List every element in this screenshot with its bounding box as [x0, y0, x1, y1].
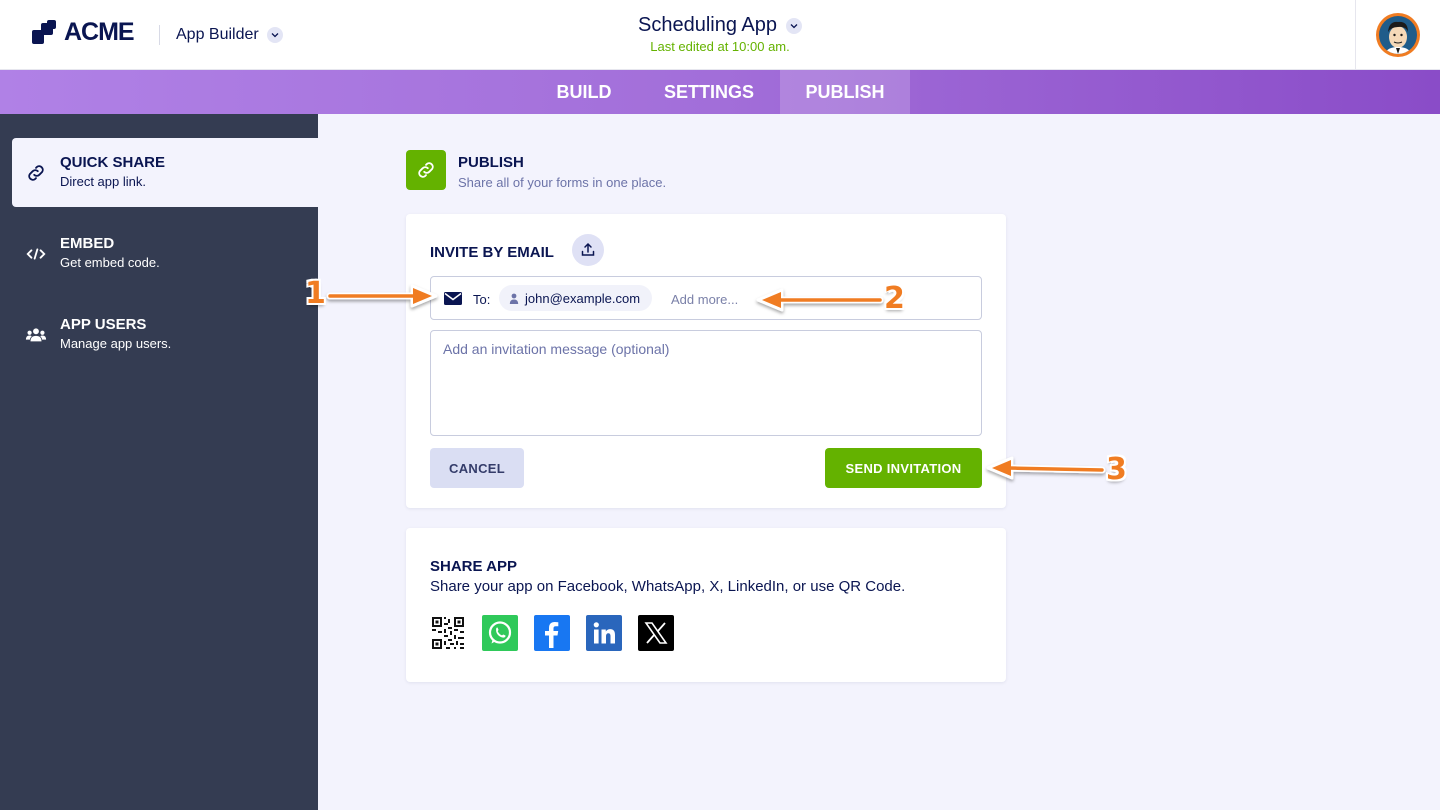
- share-subtitle: Share your app on Facebook, WhatsApp, X,…: [430, 578, 906, 595]
- sidebar: QUICK SHARE Direct app link. EMBED Get e…: [0, 114, 318, 810]
- annotation-number-2: 2: [884, 281, 905, 316]
- avatar-area: [1355, 0, 1440, 70]
- publish-title: PUBLISH: [458, 154, 524, 171]
- code-icon: [24, 243, 48, 265]
- recipient-email: john@example.com: [525, 290, 641, 306]
- share-icons: [430, 615, 674, 651]
- main-nav: BUILD SETTINGS PUBLISH: [0, 70, 1440, 114]
- sidebar-item-description: Get embed code.: [60, 255, 160, 270]
- invite-title: INVITE BY EMAIL: [430, 244, 554, 261]
- tab-build[interactable]: BUILD: [530, 70, 638, 114]
- qr-code-icon[interactable]: [430, 615, 466, 651]
- tab-settings[interactable]: SETTINGS: [638, 70, 780, 114]
- app-title-block: Scheduling App Last edited at 10:00 am.: [0, 14, 1440, 54]
- upload-icon: [581, 242, 595, 256]
- add-more-input[interactable]: [671, 292, 791, 307]
- x-icon[interactable]: [638, 615, 674, 651]
- link-icon: [24, 162, 48, 184]
- invitation-message-input[interactable]: [430, 330, 982, 436]
- last-edited-text: Last edited at 10:00 am.: [650, 39, 790, 54]
- tab-publish[interactable]: PUBLISH: [780, 70, 910, 114]
- sidebar-item-description: Manage app users.: [60, 336, 172, 351]
- whatsapp-icon[interactable]: [482, 615, 518, 651]
- publish-subtitle: Share all of your forms in one place.: [458, 175, 667, 190]
- send-invitation-button[interactable]: SEND INVITATION: [825, 448, 982, 488]
- upload-button[interactable]: [572, 234, 604, 266]
- sidebar-item-title: QUICK SHARE: [60, 154, 166, 171]
- invite-by-email-card: INVITE BY EMAIL To: john@example.com CAN…: [406, 214, 1006, 508]
- app-title-dropdown[interactable]: Scheduling App: [638, 14, 802, 37]
- linkedin-icon[interactable]: [586, 615, 622, 651]
- link-icon: [406, 150, 446, 190]
- sidebar-item-embed[interactable]: EMBED Get embed code.: [12, 219, 318, 288]
- chevron-down-icon: [786, 17, 802, 34]
- sidebar-item-title: APP USERS: [60, 316, 147, 333]
- facebook-icon[interactable]: [534, 615, 570, 651]
- share-app-card: SHARE APP Share your app on Facebook, Wh…: [406, 528, 1006, 682]
- sidebar-item-description: Direct app link.: [60, 174, 146, 189]
- users-icon: [24, 324, 48, 346]
- sidebar-item-quick-share[interactable]: QUICK SHARE Direct app link.: [12, 138, 318, 207]
- share-title: SHARE APP: [430, 558, 517, 575]
- annotation-number-3: 3: [1106, 452, 1127, 487]
- sidebar-item-title: EMBED: [60, 235, 115, 252]
- to-label: To:: [473, 292, 491, 307]
- top-header: ACME App Builder Scheduling App Last edi…: [0, 0, 1440, 70]
- mail-icon: [443, 291, 463, 311]
- person-icon: [509, 293, 519, 304]
- sidebar-item-app-users[interactable]: APP USERS Manage app users.: [12, 300, 318, 369]
- avatar[interactable]: [1376, 13, 1420, 57]
- app-title: Scheduling App: [637, 14, 777, 36]
- recipient-chip[interactable]: john@example.com: [499, 285, 653, 311]
- annotation-number-1: 1: [305, 276, 326, 311]
- cancel-button[interactable]: CANCEL: [430, 448, 524, 488]
- avatar-image: [1379, 16, 1417, 54]
